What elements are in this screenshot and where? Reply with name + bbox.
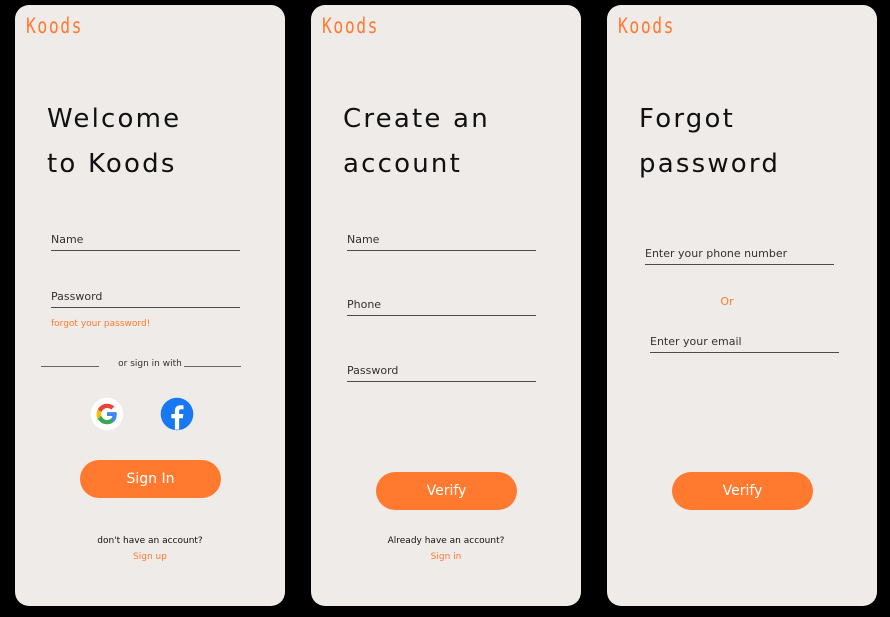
koods-logo: Koods (322, 14, 380, 38)
signup-title-line2: account (343, 149, 462, 179)
signup-verify-button[interactable]: Verify (376, 472, 517, 510)
signin-prompt: Already have an account? (387, 536, 505, 546)
google-signin-button[interactable] (90, 397, 124, 431)
or-separator: Or (720, 295, 734, 308)
forgot-verify-button[interactable]: Verify (672, 472, 813, 510)
facebook-signin-button[interactable] (160, 397, 194, 431)
signup-name-field-wrapper (347, 226, 536, 251)
google-icon (90, 397, 124, 431)
forgot-title-line2: password (639, 149, 781, 179)
forgot-email-field-wrapper (650, 328, 839, 353)
forgot-password-link[interactable]: forgot your password! (51, 319, 150, 329)
divider-right (184, 366, 241, 367)
signup-card: Koods Create an account Verify Already h… (311, 5, 581, 606)
sign-up-link[interactable]: Sign up (15, 552, 285, 562)
koods-logo: Koods (618, 14, 676, 38)
sign-in-button[interactable]: Sign In (80, 460, 221, 498)
signin-name-field-wrapper (51, 226, 240, 251)
signup-prompt: don't have an account? (97, 536, 203, 546)
signin-title-line2: to Koods (47, 149, 177, 179)
signup-phone-field-wrapper (347, 291, 536, 316)
signin-title-line1: Welcome (47, 104, 182, 134)
divider-text: or sign in with (118, 359, 182, 369)
forgot-title: Forgot password (639, 97, 780, 187)
forgot-email-input[interactable] (650, 335, 839, 348)
signin-password-field-wrapper (51, 283, 240, 308)
signin-password-input[interactable] (51, 290, 240, 303)
sign-in-link[interactable]: Sign in (311, 552, 581, 562)
signup-title: Create an account (343, 97, 490, 187)
signin-card: Koods Welcome to Koods forgot your passw… (15, 5, 285, 606)
signup-password-input[interactable] (347, 364, 536, 377)
signin-title: Welcome to Koods (47, 97, 181, 187)
signup-title-line1: Create an (343, 104, 490, 134)
forgot-title-line1: Forgot (639, 104, 735, 134)
facebook-icon (160, 397, 194, 431)
koods-logo: Koods (26, 14, 84, 38)
signup-phone-input[interactable] (347, 298, 536, 311)
forgot-password-card: Koods Forgot password Or Verify (607, 5, 877, 606)
forgot-phone-field-wrapper (645, 240, 834, 265)
signin-name-input[interactable] (51, 233, 240, 246)
divider-left (41, 366, 99, 367)
forgot-phone-input[interactable] (645, 247, 834, 260)
signup-password-field-wrapper (347, 357, 536, 382)
signup-name-input[interactable] (347, 233, 536, 246)
